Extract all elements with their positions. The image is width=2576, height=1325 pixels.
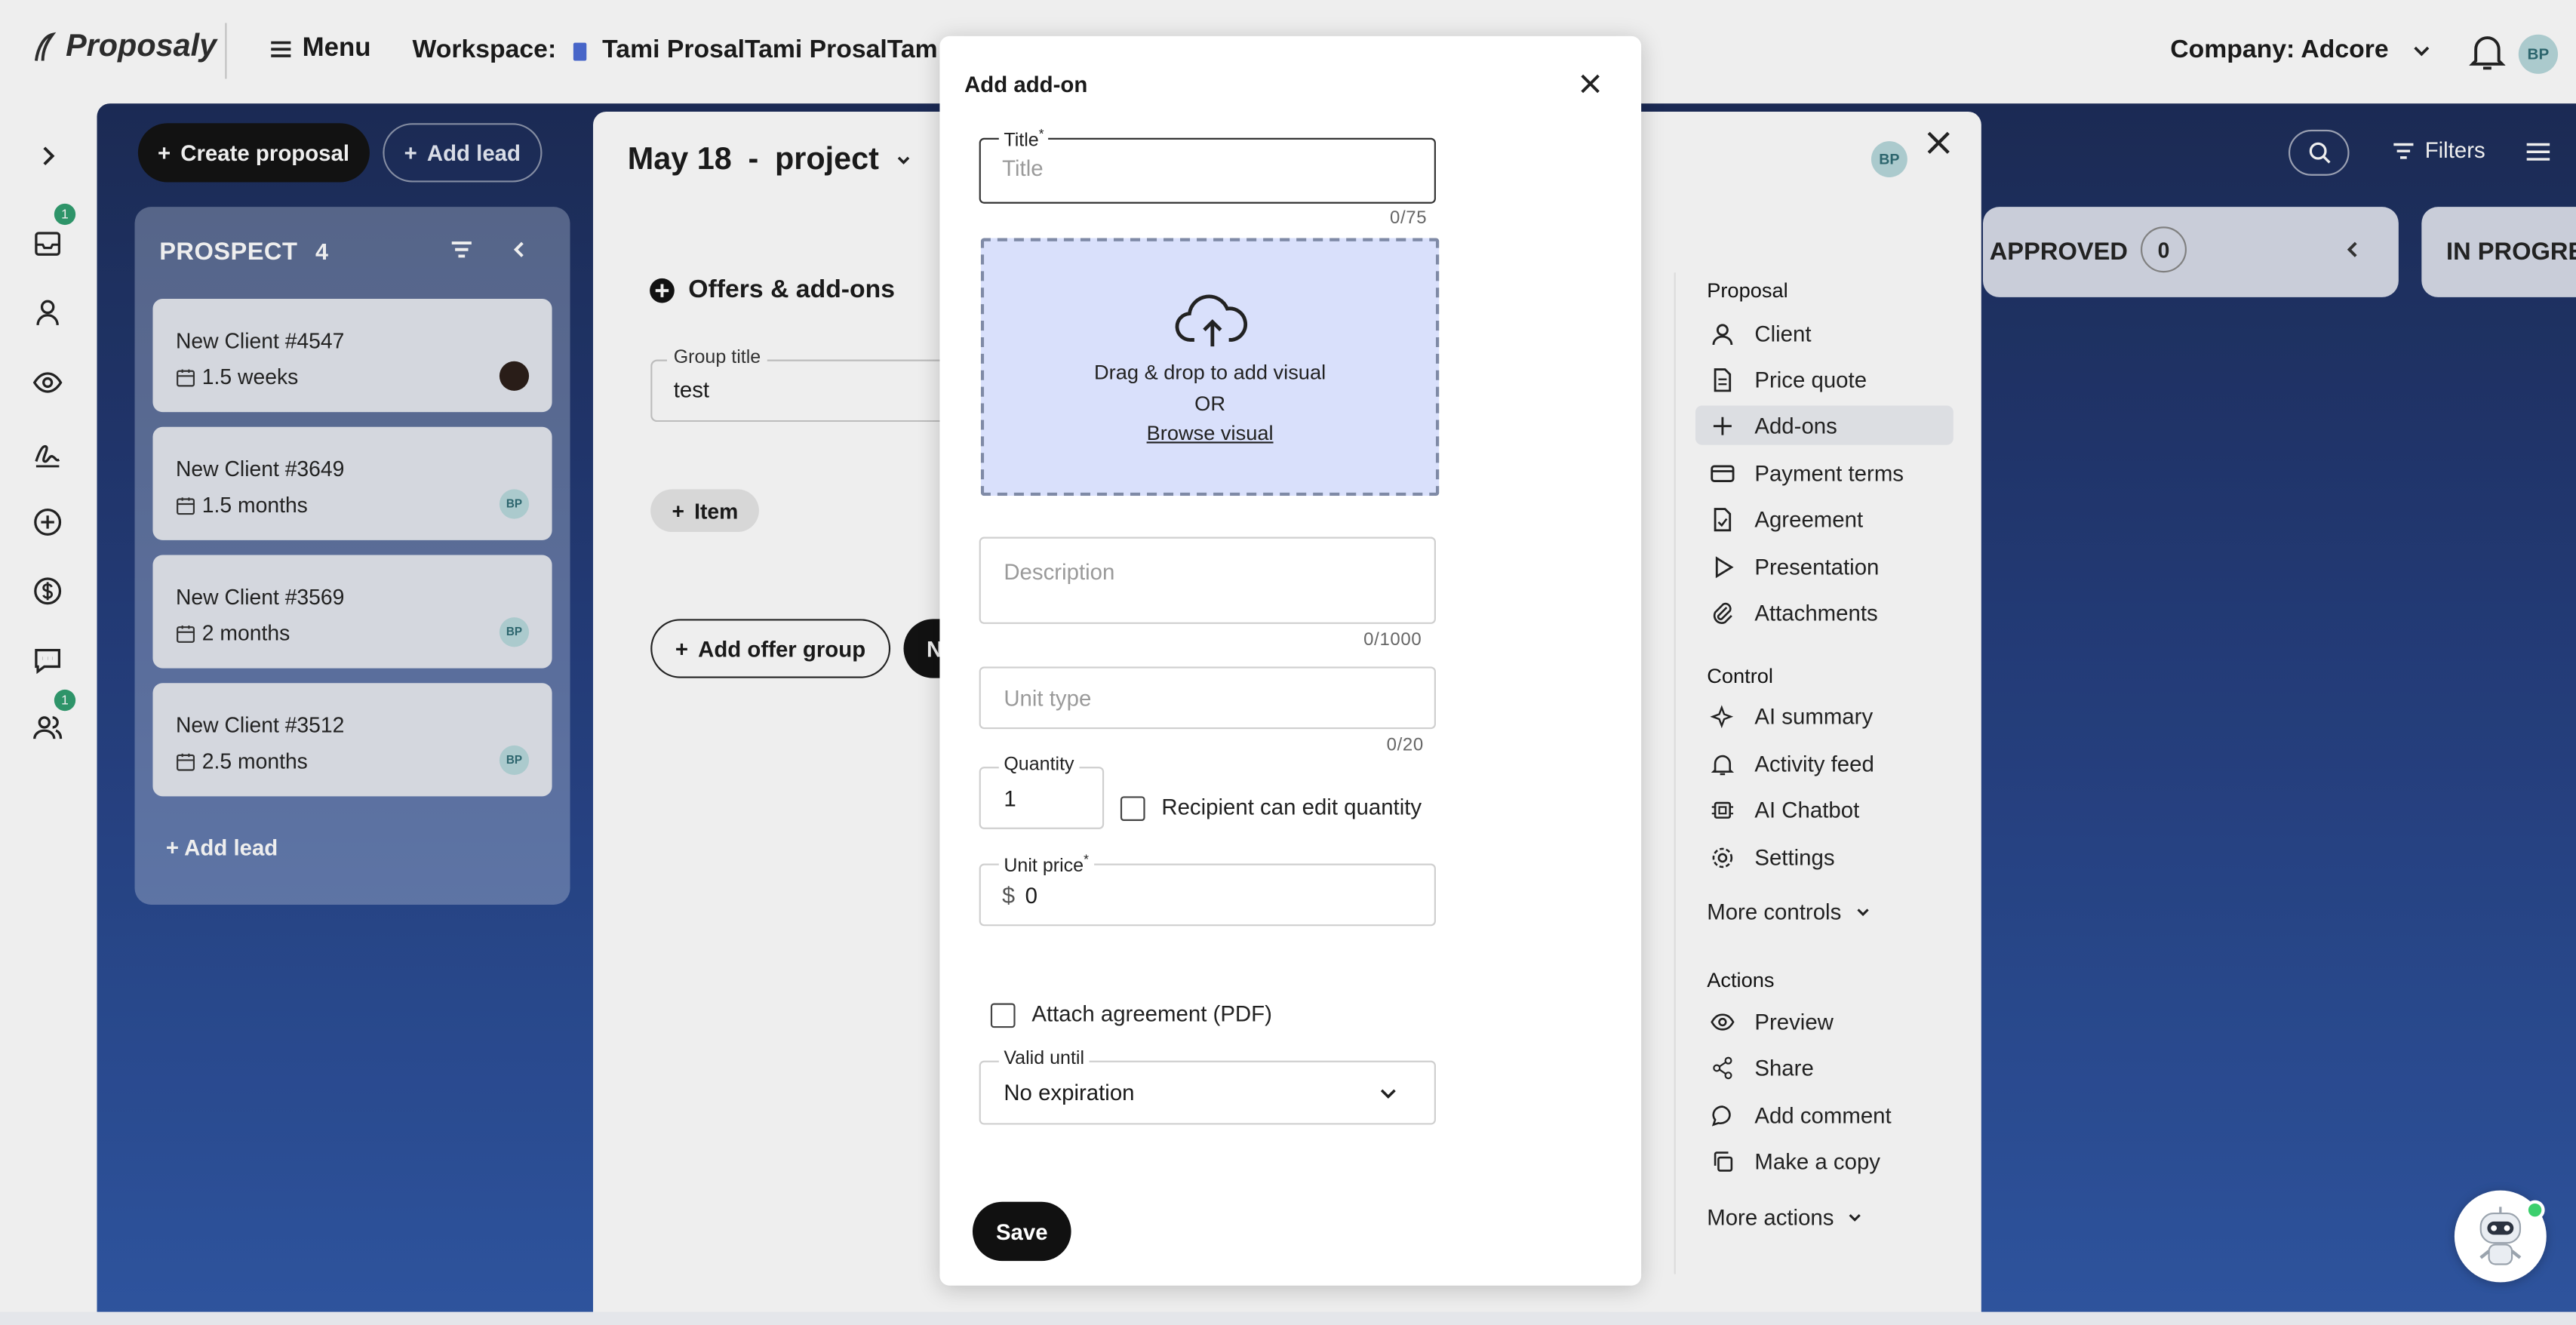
save-button[interactable]: Save	[972, 1201, 1071, 1262]
bottom-scrollbar[interactable]	[0, 1311, 2576, 1325]
title-counter: 0/75	[1389, 208, 1428, 229]
recipient-edit-checkbox[interactable]	[1120, 796, 1145, 821]
valid-until-label: Valid until	[998, 1049, 1090, 1069]
unit-type-field[interactable]: Unit type	[979, 666, 1436, 730]
visual-dropzone[interactable]: Drag & drop to add visual OR Browse visu…	[980, 238, 1440, 496]
chevron-down-icon	[1380, 1089, 1396, 1099]
add-addon-modal: Add add-on Title Title* 0/75 Drag & drop…	[939, 35, 1642, 1286]
description-counter: 0/1000	[1363, 630, 1422, 650]
attach-agreement-label: Attach agreement (PDF)	[1031, 1001, 1272, 1026]
cloud-upload-icon	[1175, 294, 1248, 347]
robot-icon	[2479, 1207, 2522, 1265]
quantity-field[interactable]: 1	[979, 767, 1105, 829]
valid-until-select[interactable]: No expiration	[979, 1060, 1436, 1125]
unit-type-counter: 0/20	[1386, 735, 1424, 755]
title-label: Title*	[998, 126, 1050, 151]
online-status-dot	[2525, 1200, 2545, 1220]
attach-agreement-checkbox[interactable]	[990, 1003, 1016, 1028]
modal-title: Add add-on	[964, 72, 1088, 97]
quantity-label: Quantity	[998, 755, 1080, 776]
close-icon[interactable]	[1577, 71, 1603, 97]
recipient-edit-label: Recipient can edit quantity	[1161, 795, 1422, 819]
currency-symbol: $	[1002, 881, 1016, 908]
description-field[interactable]: Description	[979, 536, 1436, 624]
title-placeholder: Title	[1002, 155, 1044, 181]
browse-visual-link[interactable]: Browse visual	[984, 422, 1436, 444]
unit-price-label: Unit price*	[998, 852, 1094, 877]
